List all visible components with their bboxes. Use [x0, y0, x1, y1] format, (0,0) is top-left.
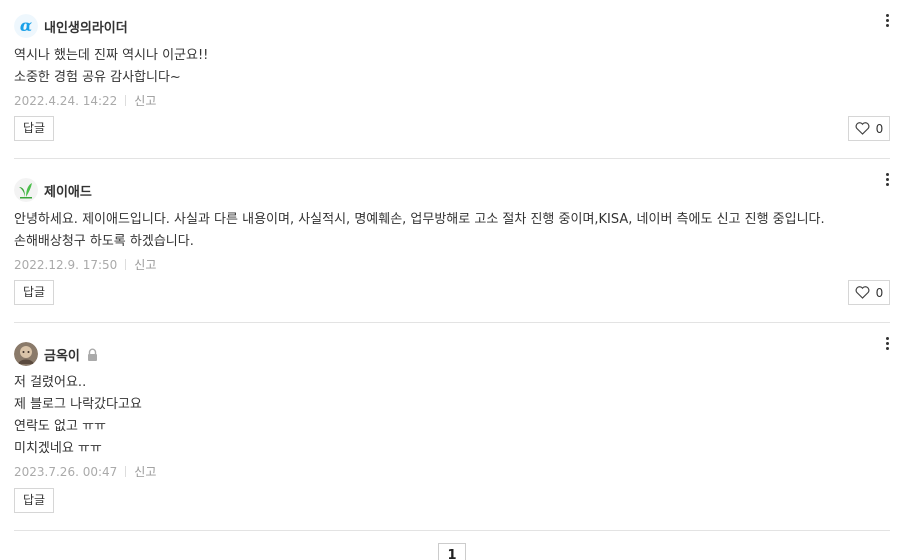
- comment-line: 제 블로그 나락갔다고요: [14, 397, 142, 412]
- report-link[interactable]: 신고: [134, 463, 156, 480]
- comment-item: 제이애드 안녕하세요. 제이애드입니다. 사실과 다른 내용이며, 사실적시, …: [14, 159, 890, 323]
- comment-header: 제이애드: [14, 178, 92, 202]
- divider: [125, 95, 127, 106]
- reply-button[interactable]: 답글: [14, 280, 55, 305]
- comment-body: 역시나 했는데 진짜 역시나 이군요!! 소중한 경험 공유 감사합니다~: [14, 45, 208, 89]
- more-options-icon[interactable]: [884, 173, 890, 189]
- comment-item: 금옥이 저 걸렸어요.. 제 블로그 나락갔다고요 연락도 없고 ㅠㅠ 미치겠네…: [14, 323, 890, 531]
- comment-line: 손해배상청구 하도록 하겠습니다.: [14, 234, 194, 249]
- page-number-current[interactable]: 1: [438, 543, 466, 560]
- heart-icon: [855, 286, 870, 299]
- alpha-icon[interactable]: α: [14, 14, 38, 38]
- report-link[interactable]: 신고: [134, 92, 156, 109]
- comment-line: 저 걸렸어요..: [14, 375, 87, 390]
- comment-date: 2023.7.26. 00:47: [14, 464, 118, 479]
- more-options-icon[interactable]: [884, 14, 890, 30]
- comment-line: 소중한 경험 공유 감사합니다~: [14, 70, 181, 85]
- comment-header: 금옥이: [14, 342, 99, 366]
- svg-text:α: α: [20, 16, 32, 35]
- heart-icon: [855, 122, 870, 135]
- comment-header: α 내인생의라이더: [14, 14, 128, 38]
- comment-date: 2022.4.24. 14:22: [14, 93, 118, 108]
- comment-line: 연락도 없고 ㅠㅠ: [14, 419, 106, 434]
- comment-line: 역시나 했는데 진짜 역시나 이군요!!: [14, 48, 209, 63]
- divider: [125, 259, 127, 270]
- comment-nickname[interactable]: 내인생의라이더: [44, 17, 128, 36]
- sprout-icon[interactable]: [14, 178, 38, 202]
- comment-body: 저 걸렸어요.. 제 블로그 나락갔다고요 연락도 없고 ㅠㅠ 미치겠네요 ㅠㅠ: [14, 372, 142, 460]
- lock-icon: [86, 347, 99, 361]
- comment-nickname[interactable]: 제이애드: [44, 181, 92, 200]
- user-photo[interactable]: [14, 342, 38, 366]
- like-button[interactable]: 0: [848, 280, 890, 305]
- like-count: 0: [875, 121, 884, 136]
- comment-item: α 내인생의라이더 역시나 했는데 진짜 역시나 이군요!! 소중한 경험 공유…: [14, 0, 890, 159]
- like-button[interactable]: 0: [848, 116, 890, 141]
- comment-meta: 2022.4.24. 14:22 신고: [14, 92, 156, 109]
- comment-meta: 2023.7.26. 00:47 신고: [14, 463, 156, 480]
- reply-button[interactable]: 답글: [14, 116, 55, 141]
- comment-nickname[interactable]: 금옥이: [44, 345, 80, 364]
- comment-line: 미치겠네요 ㅠㅠ: [14, 441, 102, 456]
- comment-date: 2022.12.9. 17:50: [14, 257, 118, 272]
- like-count: 0: [875, 285, 884, 300]
- comment-meta: 2022.12.9. 17:50 신고: [14, 256, 156, 273]
- divider: [125, 466, 127, 477]
- report-link[interactable]: 신고: [134, 256, 156, 273]
- reply-button[interactable]: 답글: [14, 488, 55, 513]
- comment-body: 안녕하세요. 제이애드입니다. 사실과 다른 내용이며, 사실적시, 명예훼손,…: [14, 209, 825, 253]
- comment-line: 안녕하세요. 제이애드입니다. 사실과 다른 내용이며, 사실적시, 명예훼손,…: [14, 212, 825, 227]
- more-options-icon[interactable]: [884, 337, 890, 353]
